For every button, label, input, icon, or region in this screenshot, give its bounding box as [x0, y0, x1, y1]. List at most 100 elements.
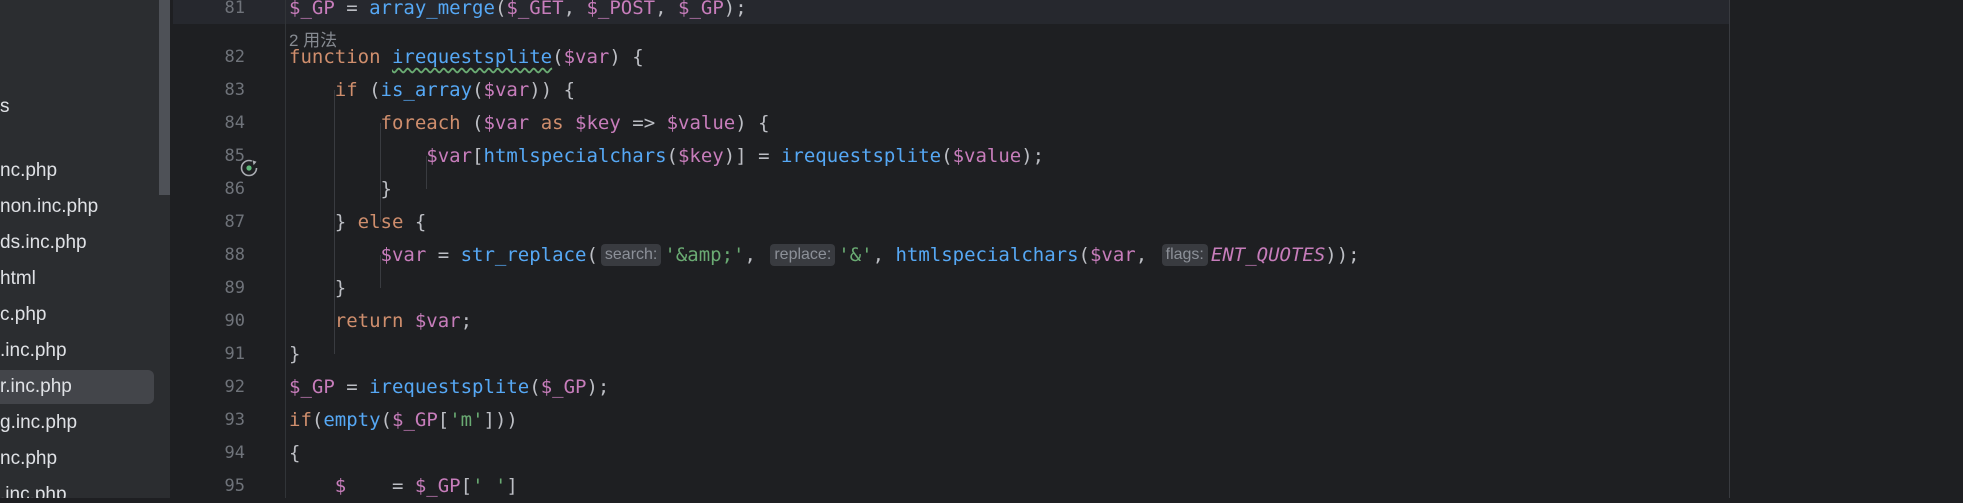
variable-token: $_GP	[414, 475, 461, 497]
variable-token: $_GP	[678, 0, 724, 19]
code-token: (	[1078, 244, 1090, 266]
function-token: htmlspecialchars	[895, 244, 1079, 266]
code-line[interactable]: {	[289, 437, 300, 470]
code-token: );	[586, 376, 610, 398]
line-number[interactable]: 84	[193, 107, 245, 140]
line-number[interactable]: 85	[193, 140, 245, 173]
code-token: ,	[563, 0, 587, 19]
file-item[interactable]: .inc.php	[0, 478, 154, 498]
file-item[interactable]: .inc.php	[0, 334, 154, 368]
variable-token: $var	[1089, 244, 1136, 266]
line-number[interactable]: 82	[193, 41, 245, 74]
function-token: str_replace	[460, 244, 587, 266]
function-token: array_merge	[369, 0, 495, 19]
line-number[interactable]: 81	[193, 0, 245, 25]
code-line[interactable]: $var = str_replace(search: '&amp;', repla…	[289, 239, 1360, 272]
file-item[interactable]: html	[0, 262, 154, 296]
variable-token: $var	[426, 145, 473, 167]
line-number[interactable]: 86	[193, 173, 245, 206]
line-number[interactable]: 89	[193, 272, 245, 305]
code-line[interactable]: if (is_array($var)) {	[289, 74, 575, 107]
function-token: empty	[323, 409, 381, 431]
file-item[interactable]: c.php	[0, 298, 154, 332]
code-line[interactable]: $_GP = array_merge($_GET, $_POST, $_GP);	[289, 0, 747, 25]
code-line[interactable]: $_GP = irequestsplite($_GP);	[289, 371, 609, 404]
code-line[interactable]: } else {	[289, 206, 427, 239]
line-number[interactable]: 87	[193, 206, 245, 239]
code-line[interactable]: return $var;	[289, 305, 472, 338]
variable-token: $_POST	[586, 0, 656, 19]
keyword-token: if	[334, 79, 358, 101]
code-token: [	[437, 409, 450, 431]
code-token: (	[666, 145, 678, 167]
string-token: '&amp;'	[664, 244, 745, 266]
code-token: ]))	[483, 409, 518, 431]
code-line[interactable]: }	[289, 338, 300, 371]
variable-token: $value	[666, 112, 736, 134]
code-token: }	[289, 343, 301, 365]
file-item[interactable]: ds.inc.php	[0, 226, 154, 260]
keyword-token: as	[540, 112, 564, 134]
code-line[interactable]: $var[htmlspecialchars($key)] = irequests…	[289, 140, 1044, 173]
code-line[interactable]: if(empty($_GP['m']))	[289, 404, 518, 437]
code-line[interactable]: function irequestsplite($var) {	[289, 41, 644, 74]
line-number[interactable]: 91	[193, 338, 245, 371]
code-token: ) {	[609, 46, 644, 68]
line-number[interactable]: 93	[193, 404, 245, 437]
function-declaration-token: irequestsplite	[391, 46, 553, 68]
code-token: ,	[655, 0, 679, 19]
project-tree: s nc.php non.inc.php ds.inc.php html c.p…	[0, 0, 170, 498]
function-token: is_array	[380, 79, 473, 101]
code-line[interactable]: }	[289, 173, 392, 206]
file-item[interactable]: s	[0, 90, 154, 124]
string-token: '&'	[838, 244, 873, 266]
line-number[interactable]: 88	[193, 239, 245, 272]
constant-token: ENT_QUOTES	[1210, 244, 1326, 266]
keyword-token: if	[289, 409, 312, 431]
line-number[interactable]: 94	[193, 437, 245, 470]
line-number[interactable]: 90	[193, 305, 245, 338]
code-line[interactable]: $ = $_GP[' ']	[289, 470, 518, 503]
file-item[interactable]: nc.php	[0, 154, 154, 188]
string-token: 'm'	[449, 409, 484, 431]
code-line[interactable]: }	[289, 272, 346, 305]
file-item-selected[interactable]: r.inc.php	[0, 370, 154, 404]
keyword-token: else	[357, 211, 404, 233]
right-margin-guide	[1729, 0, 1730, 498]
code-token: (	[529, 376, 541, 398]
parameter-hint: flags:	[1161, 244, 1208, 266]
code-token: (	[357, 79, 381, 101]
code-token: [	[472, 145, 484, 167]
code-token: ,	[872, 244, 896, 266]
code-token: (	[941, 145, 953, 167]
variable-token: $	[334, 475, 358, 497]
line-number[interactable]: 83	[193, 74, 245, 107]
file-item[interactable]: non.inc.php	[0, 190, 154, 224]
function-token: irequestsplite	[780, 145, 942, 167]
code-editor[interactable]: 2 用法 81 $_GP = array_merge($_GET, $_POST,…	[173, 0, 1963, 498]
variable-token: $_GP	[540, 376, 587, 398]
variable-token: $_GP	[392, 409, 438, 431]
line-number[interactable]: 95	[193, 470, 245, 503]
code-token: (	[311, 409, 324, 431]
code-token: (	[552, 46, 564, 68]
code-token: (	[380, 409, 392, 431]
variable-token: $var	[380, 244, 427, 266]
sidebar-scrollbar[interactable]	[159, 0, 170, 195]
file-item[interactable]: g.inc.php	[0, 406, 154, 440]
file-item[interactable]: nc.php	[0, 442, 154, 476]
line-number[interactable]: 92	[193, 371, 245, 404]
parameter-hint: search:	[600, 244, 662, 266]
code-line[interactable]: foreach ($var as $key => $value) {	[289, 107, 770, 140]
code-token: =	[334, 0, 370, 19]
code-token: (	[460, 112, 484, 134]
variable-token: $value	[952, 145, 1022, 167]
variable-token: $var	[563, 46, 610, 68]
